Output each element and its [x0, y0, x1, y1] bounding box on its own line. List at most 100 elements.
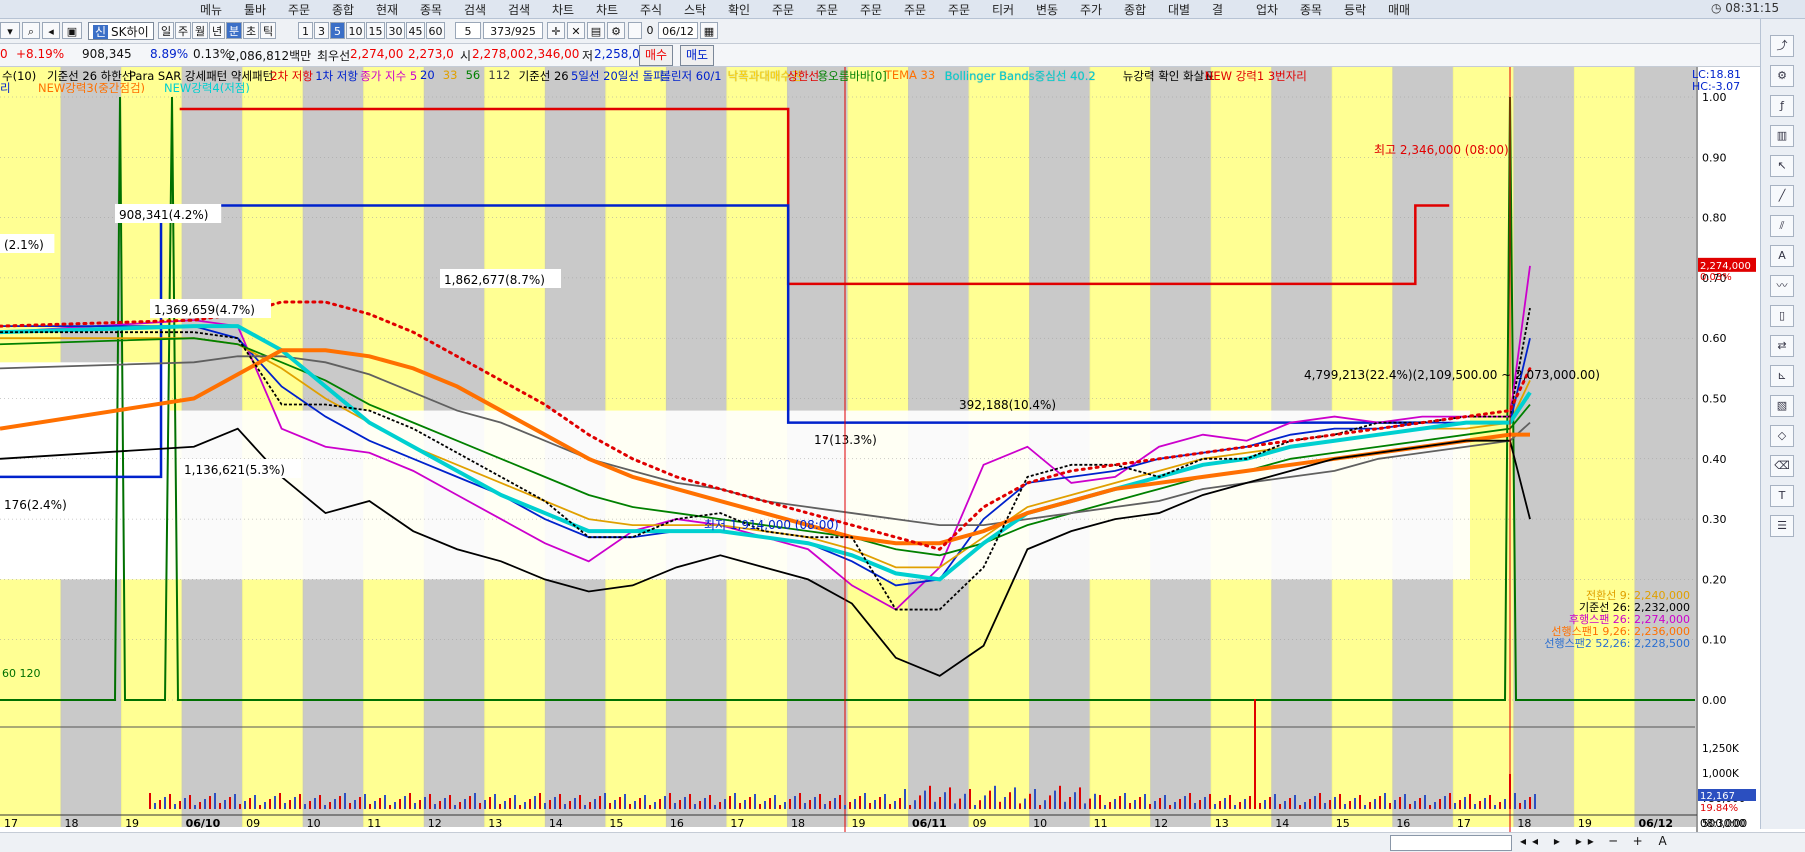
period-button-초[interactable]: 초 — [243, 22, 259, 39]
count-field[interactable]: 5 — [455, 22, 481, 39]
delete-icon[interactable]: ⌫ — [1770, 455, 1794, 477]
scroll-track[interactable] — [1390, 835, 1512, 851]
menu-item-0[interactable]: 메뉴 — [200, 1, 222, 18]
open-label: 시 — [460, 49, 472, 63]
menu-item-11[interactable]: 스탁 — [684, 1, 706, 18]
interval-button-15[interactable]: 15 — [366, 22, 385, 39]
scroll-bar[interactable]: ◂◂ ▸ ▸▸ ─ + A — [0, 832, 1805, 852]
save-icon[interactable]: ▤ — [587, 22, 605, 39]
settings-icon[interactable]: ⚙ — [607, 22, 625, 39]
annotation-text: 176(2.4%) — [4, 498, 67, 512]
x-tick-label: 15 — [1336, 817, 1350, 830]
trendline-icon[interactable]: ╱ — [1770, 185, 1794, 207]
menu-item-7[interactable]: 검색 — [508, 1, 530, 18]
range-field[interactable]: 373/925 — [483, 22, 543, 39]
volume-current: 12,167 — [1700, 791, 1735, 802]
speaker-icon[interactable]: ◂ — [42, 22, 60, 39]
chart-type-icon[interactable]: ▥ — [1770, 125, 1794, 147]
return-icon[interactable]: ⤴ — [1770, 35, 1794, 57]
menu-item-16[interactable]: 주문 — [904, 1, 926, 18]
period-button-일[interactable]: 일 — [158, 22, 174, 39]
dropdown-icon[interactable]: ▾ — [0, 22, 20, 39]
period-button-주[interactable]: 주 — [175, 22, 191, 39]
gear-icon[interactable]: ⚙ — [1770, 65, 1794, 87]
channel-icon[interactable]: ⫽ — [1770, 215, 1794, 237]
eraser-icon[interactable]: ◇ — [1770, 425, 1794, 447]
menu-item-12[interactable]: 확인 — [728, 1, 750, 18]
menu-item-14[interactable]: 주문 — [816, 1, 838, 18]
menu-item-5[interactable]: 종목 — [420, 1, 442, 18]
interval-button-10[interactable]: 10 — [346, 22, 365, 39]
menu-item-24[interactable]: 업차 — [1256, 1, 1278, 18]
x-tick-label: 06/11 — [912, 817, 947, 830]
candle-icon[interactable]: ▯ — [1770, 305, 1794, 327]
price-chart[interactable]: 1.000.900.800.700.600.500.400.300.200.10… — [0, 67, 1760, 832]
menu-item-27[interactable]: 매매 — [1388, 1, 1410, 18]
text-icon[interactable]: T — [1770, 485, 1794, 507]
axis-tick-label: 0.30 — [1702, 513, 1727, 526]
volume-legend: 60 120 — [2, 667, 41, 680]
menu-item-26[interactable]: 등락 — [1344, 1, 1366, 18]
menu-item-19[interactable]: 변동 — [1036, 1, 1058, 18]
date-field[interactable]: 06/12 — [658, 22, 698, 39]
menu-item-13[interactable]: 주문 — [772, 1, 794, 18]
interval-button-3[interactable]: 3 — [314, 22, 329, 39]
menu-item-10[interactable]: 주식 — [640, 1, 662, 18]
menu-item-23[interactable]: 결 — [1212, 1, 1223, 18]
measure-icon[interactable]: ⊾ — [1770, 365, 1794, 387]
x-tick-label: 17 — [730, 817, 744, 830]
interval-button-30[interactable]: 30 — [386, 22, 405, 39]
menu-item-1[interactable]: 툴바 — [244, 1, 266, 18]
auto-icon[interactable]: A — [1770, 245, 1794, 267]
menu-item-17[interactable]: 주문 — [948, 1, 970, 18]
cursor-icon[interactable]: ↖ — [1770, 155, 1794, 177]
chart-toolbar: ▾ ⌕ ◂ ▣ 신 신SK하이닉스 일주월년분초틱 1351015304560 … — [0, 19, 1760, 57]
x-tick-label: 11 — [1094, 817, 1108, 830]
legend-item: 20 — [420, 68, 435, 82]
crosshair-icon[interactable]: ✛ — [547, 22, 565, 39]
fx-icon[interactable]: ƒ — [1770, 95, 1794, 117]
period-button-분[interactable]: 분 — [226, 22, 242, 39]
quote-bar: 0 +8.19% 908,345 8.89% 0.13% 2,086,812백만… — [0, 44, 1805, 67]
menu-item-25[interactable]: 종목 — [1300, 1, 1322, 18]
sell-button[interactable]: 매도 — [680, 45, 715, 66]
zero-checkbox[interactable] — [628, 22, 642, 39]
period-button-년[interactable]: 년 — [209, 22, 225, 39]
menu-item-2[interactable]: 주문 — [288, 1, 310, 18]
legend-item: 1차 저항 — [315, 69, 358, 83]
menu-item-15[interactable]: 주문 — [860, 1, 882, 18]
menu-item-3[interactable]: 종합 — [332, 1, 354, 18]
swap-icon[interactable]: ⇄ — [1770, 335, 1794, 357]
menu-item-8[interactable]: 차트 — [552, 1, 574, 18]
interval-button-60[interactable]: 60 — [426, 22, 445, 39]
zoom-controls[interactable]: ◂◂ ▸ ▸▸ ─ + A — [1520, 834, 1673, 848]
period-button-월[interactable]: 월 — [192, 22, 208, 39]
rate-value: 0.13% — [193, 47, 232, 61]
period-button-틱[interactable]: 틱 — [260, 22, 276, 39]
menu-item-4[interactable]: 현재 — [376, 1, 398, 18]
x-tick-label: 18 — [1517, 817, 1531, 830]
interval-button-45[interactable]: 45 — [406, 22, 425, 39]
annotation-text: 1,862,677(8.7%) — [444, 273, 545, 287]
list-icon[interactable]: ☰ — [1770, 515, 1794, 537]
buy-button[interactable]: 매수 — [639, 45, 674, 66]
clock-icon: ◷ — [1711, 1, 1726, 15]
menu-item-9[interactable]: 차트 — [596, 1, 618, 18]
menu-item-18[interactable]: 티커 — [992, 1, 1014, 18]
menu-item-22[interactable]: 대별 — [1168, 1, 1190, 18]
zoom-icon[interactable]: ✕ — [567, 22, 585, 39]
interval-button-1[interactable]: 1 — [298, 22, 313, 39]
legend-item: 56 — [465, 68, 481, 82]
menu-item-21[interactable]: 종합 — [1124, 1, 1146, 18]
search-icon[interactable]: ⌕ — [22, 22, 40, 39]
line-chart-icon[interactable]: 〰 — [1770, 275, 1794, 297]
stock-name-field[interactable]: 신SK하이닉스 — [88, 22, 154, 57]
change-pct: +8.19% — [16, 47, 65, 61]
compare-icon[interactable]: ▧ — [1770, 395, 1794, 417]
lock-icon[interactable]: ▣ — [62, 22, 82, 39]
calendar-icon[interactable]: ▦ — [700, 22, 718, 39]
interval-button-5[interactable]: 5 — [330, 22, 345, 39]
legend-item: 뉴강력 확인 화살표 — [1122, 69, 1215, 83]
menu-item-20[interactable]: 주가 — [1080, 1, 1102, 18]
menu-item-6[interactable]: 검색 — [464, 1, 486, 18]
